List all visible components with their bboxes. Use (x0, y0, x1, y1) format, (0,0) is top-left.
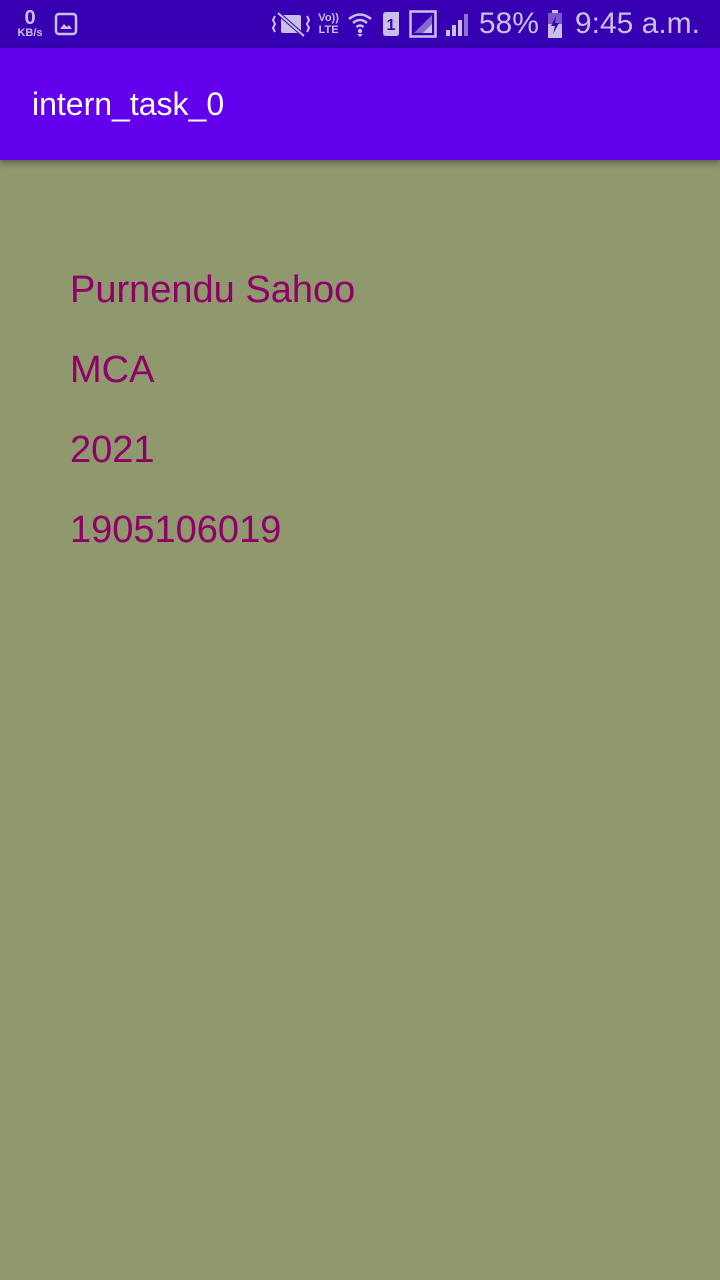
network-speed-indicator: 0 KB/s (14, 8, 46, 39)
signal-icon (409, 10, 437, 38)
year: 2021 (70, 429, 155, 471)
clock: 9:45 a.m. (574, 7, 700, 40)
wifi-icon (348, 13, 372, 37)
battery-percentage: 58% (478, 7, 539, 40)
battery-charging-icon (547, 10, 562, 38)
status-bar: 0 KB/s Vo)) LTE 1 58% 9:45 a.m. (0, 0, 720, 48)
network-speed-unit: KB/s (17, 27, 43, 39)
sim-icon: 1 (382, 12, 399, 36)
volte-indicator: Vo)) LTE (318, 12, 339, 36)
network-speed-value: 0 (24, 7, 36, 29)
vibrate-icon (272, 11, 311, 38)
lte-label: LTE (318, 24, 339, 36)
sim-slot-number: 1 (386, 17, 395, 34)
profile-details: Purnendu Sahoo MCA 2021 1905106019 (70, 264, 355, 584)
gallery-icon (54, 12, 78, 36)
app-title: intern_task_0 (32, 86, 225, 122)
app-bar: intern_task_0 (0, 48, 720, 160)
student-name: Purnendu Sahoo (70, 269, 356, 311)
status-icons: Vo)) LTE 1 58% 9:45 a.m. (264, 0, 700, 48)
course-name: MCA (70, 349, 155, 391)
roll-number: 1905106019 (70, 509, 282, 551)
signal-icon (445, 14, 468, 36)
volte-label: Vo)) (318, 12, 339, 24)
